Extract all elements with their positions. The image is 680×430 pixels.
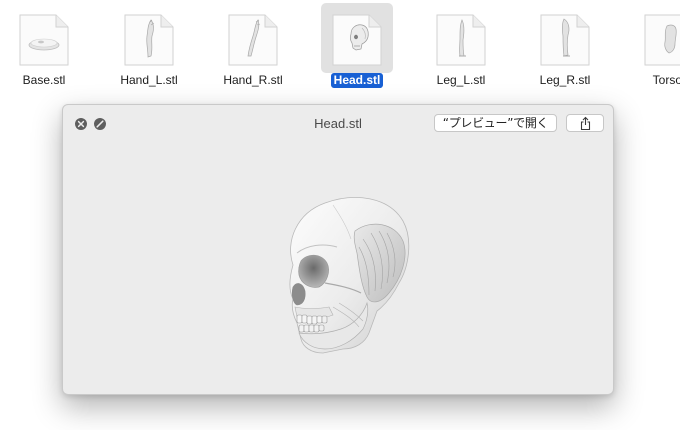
lower-teeth (298, 324, 325, 333)
window-title: Head.stl (314, 116, 362, 131)
close-button[interactable] (75, 118, 87, 130)
preview-area (63, 143, 613, 394)
file-name: Hand_R.stl (223, 73, 283, 87)
file-icon-strip: Base.stl Hand_L.stl Hand_R.stl Head.stl … (0, 0, 680, 100)
file-item-hand-l[interactable]: Hand_L.stl (97, 0, 201, 96)
stl-document-icon (19, 14, 69, 66)
file-item-base[interactable]: Base.stl (0, 0, 96, 96)
file-item-hand-r[interactable]: Hand_R.stl (201, 0, 305, 96)
share-icon (580, 116, 591, 131)
file-item-leg-l[interactable]: Leg_L.stl (409, 0, 513, 96)
file-item-torso[interactable]: Torso. (617, 0, 680, 96)
quicklook-titlebar[interactable]: Head.stl “プレビュー”で開く (63, 105, 613, 143)
fullscreen-button[interactable] (94, 118, 106, 130)
file-name: Leg_R.stl (539, 73, 591, 87)
stl-document-icon (436, 14, 486, 66)
file-item-leg-r[interactable]: Leg_R.stl (513, 0, 617, 96)
upper-teeth (296, 314, 328, 325)
stl-document-icon (124, 14, 174, 66)
file-name: Hand_L.stl (120, 73, 178, 87)
close-icon (77, 120, 85, 128)
stl-document-icon (644, 14, 680, 66)
file-name: Torso. (652, 73, 680, 87)
fullscreen-icon (96, 120, 104, 128)
open-with-preview-button[interactable]: “プレビュー”で開く (434, 114, 557, 132)
stl-document-icon (332, 14, 382, 66)
stl-document-icon (540, 14, 590, 66)
quicklook-window: Head.stl “プレビュー”で開く (62, 104, 614, 395)
stl-document-icon (228, 14, 278, 66)
file-item-head[interactable]: Head.stl (305, 0, 409, 96)
skull-3d-preview (289, 197, 410, 354)
skull-model (289, 197, 410, 354)
share-button[interactable] (566, 114, 604, 132)
base-model-icon (28, 38, 60, 51)
file-name: Base.stl (22, 73, 66, 87)
file-name: Head.stl (305, 73, 409, 88)
file-name: Leg_L.stl (436, 73, 486, 87)
